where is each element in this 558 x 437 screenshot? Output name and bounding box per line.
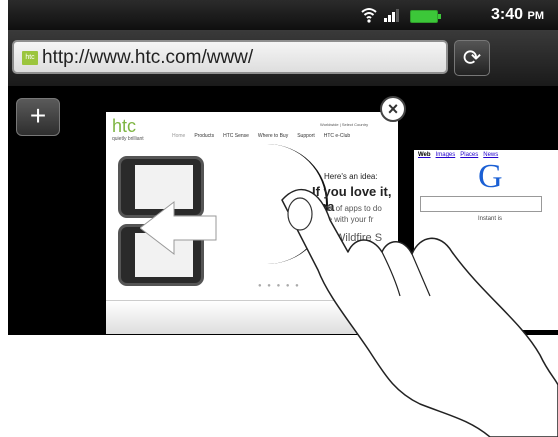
hand-gesture-icon: [281, 188, 558, 437]
